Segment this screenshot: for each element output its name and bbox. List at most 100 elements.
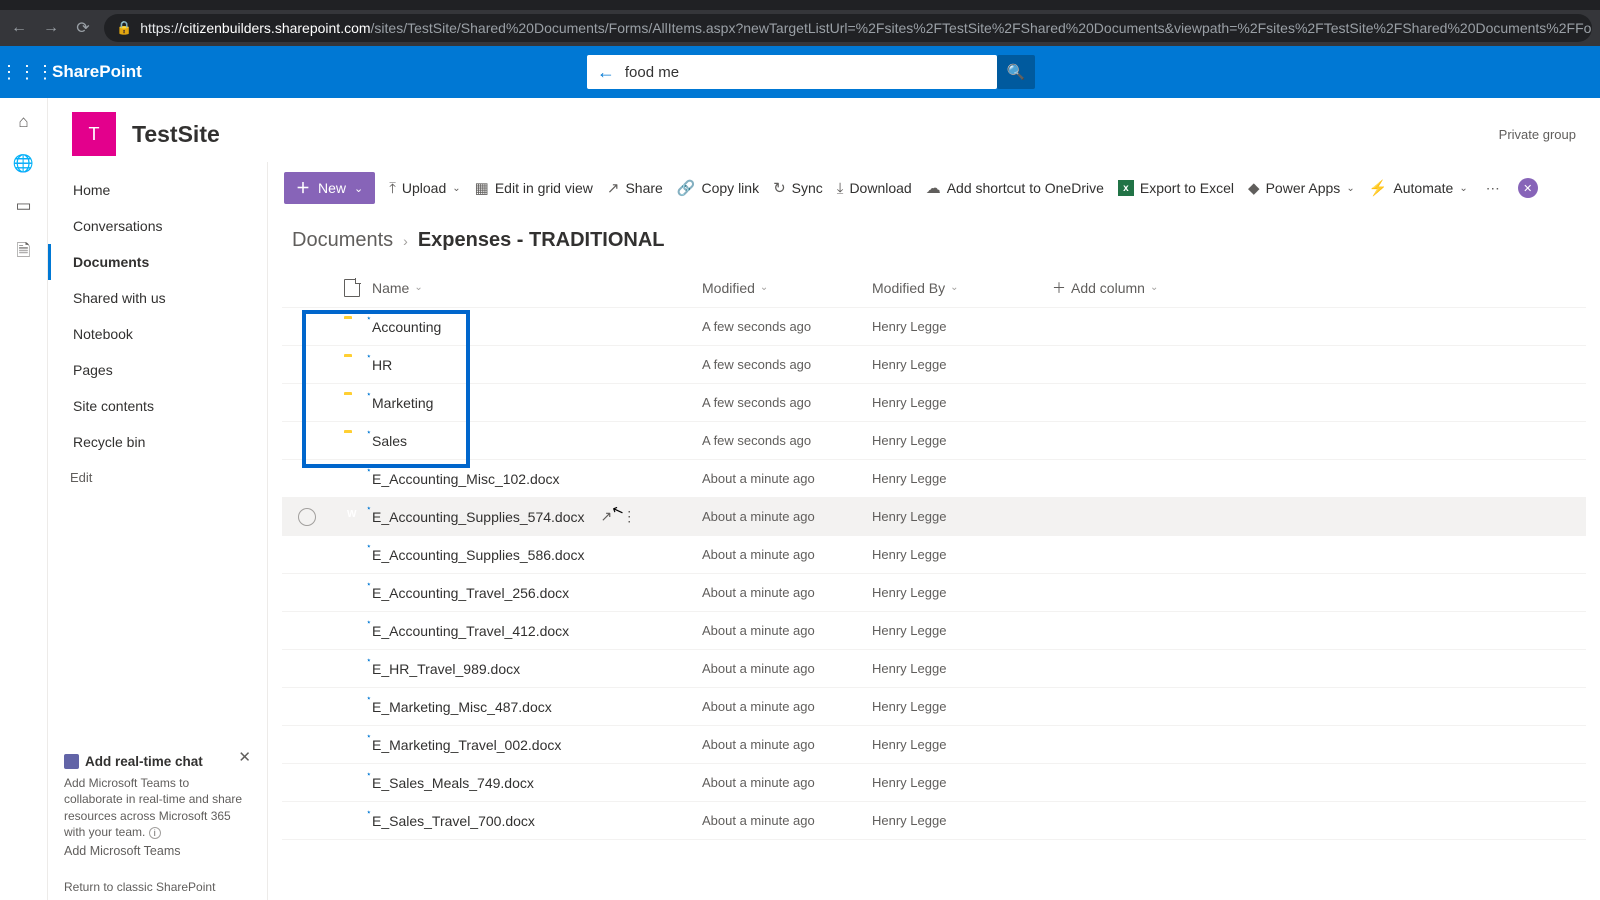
app-launcher-icon[interactable]: ⋮⋮⋮ xyxy=(0,62,52,83)
modified-by-cell[interactable]: Henry Legge xyxy=(872,395,1052,410)
table-row[interactable]: Accounting⋆A few seconds agoHenry Legge xyxy=(282,308,1586,346)
url-host: citizenbuilders.sharepoint.com xyxy=(182,20,370,36)
folder-icon xyxy=(344,357,360,373)
info-icon[interactable]: i xyxy=(149,827,161,839)
automate-button[interactable]: ⚡Automate⌄ xyxy=(1369,179,1468,197)
chevron-down-icon: ⌄ xyxy=(760,282,768,293)
site-title[interactable]: TestSite xyxy=(132,121,220,148)
column-type[interactable] xyxy=(332,279,372,297)
table-row[interactable]: E_Accounting_Misc_102.docx⋆About a minut… xyxy=(282,460,1586,498)
leftnav-item-notebook[interactable]: Notebook xyxy=(48,316,267,352)
url-field[interactable]: 🔒 https://citizenbuilders.sharepoint.com… xyxy=(104,14,1592,42)
file-name[interactable]: E_Accounting_Travel_412.docx⋆ xyxy=(372,623,569,639)
leftnav-item-conversations[interactable]: Conversations xyxy=(48,208,267,244)
leftnav-item-home[interactable]: Home xyxy=(48,172,267,208)
modified-by-cell[interactable]: Henry Legge xyxy=(872,357,1052,372)
table-row[interactable]: E_Marketing_Travel_002.docx⋆About a minu… xyxy=(282,726,1586,764)
column-add[interactable]: ＋Add column ⌄ xyxy=(1052,278,1212,298)
table-row[interactable]: E_Accounting_Supplies_574.docx⋆↗⋮↖About … xyxy=(282,498,1586,536)
leftnav-item-recycle-bin[interactable]: Recycle bin xyxy=(48,424,267,460)
modified-by-cell[interactable]: Henry Legge xyxy=(872,813,1052,828)
copy-link-button[interactable]: 🔗Copy link xyxy=(677,179,759,197)
file-name[interactable]: E_Marketing_Misc_487.docx⋆ xyxy=(372,699,552,715)
row-select-circle[interactable] xyxy=(298,508,316,526)
table-row[interactable]: E_Accounting_Travel_256.docx⋆About a min… xyxy=(282,574,1586,612)
table-row[interactable]: Marketing⋆A few seconds agoHenry Legge xyxy=(282,384,1586,422)
modified-by-cell[interactable]: Henry Legge xyxy=(872,319,1052,334)
rail-globe-icon[interactable]: 🌐 xyxy=(13,154,34,174)
modified-by-cell[interactable]: Henry Legge xyxy=(872,775,1052,790)
table-row[interactable]: HR⋆A few seconds agoHenry Legge xyxy=(282,346,1586,384)
modified-by-cell[interactable]: Henry Legge xyxy=(872,661,1052,676)
column-modified-by[interactable]: Modified By ⌄ xyxy=(872,280,1052,296)
table-row[interactable]: Sales⋆A few seconds agoHenry Legge xyxy=(282,422,1586,460)
file-name[interactable]: Marketing⋆ xyxy=(372,395,433,411)
breadcrumb-root[interactable]: Documents xyxy=(292,229,393,252)
modified-by-cell[interactable]: Henry Legge xyxy=(872,471,1052,486)
leftnav-item-pages[interactable]: Pages xyxy=(48,352,267,388)
search-button[interactable]: 🔍 xyxy=(997,55,1035,89)
file-name[interactable]: Sales⋆ xyxy=(372,433,407,449)
modified-by-cell[interactable]: Henry Legge xyxy=(872,737,1052,752)
file-name[interactable]: E_Marketing_Travel_002.docx⋆ xyxy=(372,737,561,753)
search-box[interactable]: ← xyxy=(587,55,997,89)
word-doc-icon xyxy=(344,509,360,525)
reload-button[interactable]: ⟳ xyxy=(72,18,94,38)
row-share-icon[interactable]: ↗ xyxy=(601,508,613,525)
modified-by-cell[interactable]: Henry Legge xyxy=(872,433,1052,448)
modified-by-cell[interactable]: Henry Legge xyxy=(872,585,1052,600)
modified-by-cell[interactable]: Henry Legge xyxy=(872,623,1052,638)
download-button[interactable]: ⤓Download xyxy=(837,180,912,197)
close-panel-button[interactable]: ✕ xyxy=(1518,178,1538,198)
forward-button[interactable]: → xyxy=(40,19,62,37)
leftnav-item-site-contents[interactable]: Site contents xyxy=(48,388,267,424)
edit-grid-button[interactable]: ▦Edit in grid view xyxy=(475,179,593,197)
file-name[interactable]: HR⋆ xyxy=(372,357,392,373)
sync-button[interactable]: ↻Sync xyxy=(773,179,823,197)
search-input[interactable] xyxy=(625,64,987,81)
search-back-icon[interactable]: ← xyxy=(597,62,615,83)
leftnav-edit[interactable]: Edit xyxy=(48,460,267,495)
file-name[interactable]: E_Accounting_Travel_256.docx⋆ xyxy=(372,585,569,601)
leftnav-item-shared-with-us[interactable]: Shared with us xyxy=(48,280,267,316)
site-logo[interactable]: T xyxy=(72,112,116,156)
file-name[interactable]: E_Sales_Meals_749.docx⋆ xyxy=(372,775,534,791)
table-row[interactable]: E_Sales_Meals_749.docx⋆About a minute ag… xyxy=(282,764,1586,802)
modified-by-cell[interactable]: Henry Legge xyxy=(872,509,1052,524)
add-shortcut-button[interactable]: ☁Add shortcut to OneDrive xyxy=(926,179,1104,197)
rail-home-icon[interactable]: ⌂ xyxy=(18,112,28,132)
file-name[interactable]: Accounting⋆ xyxy=(372,319,441,335)
file-name[interactable]: E_Sales_Travel_700.docx⋆ xyxy=(372,813,535,829)
back-button[interactable]: ← xyxy=(8,19,30,37)
upload-icon: ⤒ xyxy=(389,180,396,197)
file-name[interactable]: E_Accounting_Supplies_586.docx⋆ xyxy=(372,547,585,563)
upload-button[interactable]: ⤒Upload⌄ xyxy=(389,180,460,197)
power-apps-button[interactable]: ◆Power Apps⌄ xyxy=(1248,179,1355,197)
column-modified[interactable]: Modified ⌄ xyxy=(702,280,872,296)
teams-card-link[interactable]: Add Microsoft Teams xyxy=(64,844,251,858)
close-icon[interactable]: ✕ xyxy=(238,748,251,766)
file-name[interactable]: E_Accounting_Misc_102.docx⋆ xyxy=(372,471,560,487)
rail-files-icon[interactable]: 🗎 xyxy=(17,238,31,267)
classic-link[interactable]: Return to classic SharePoint xyxy=(64,880,215,894)
share-button[interactable]: ↗Share xyxy=(607,179,663,197)
product-name[interactable]: SharePoint xyxy=(52,62,142,82)
search-icon: 🔍 xyxy=(1007,63,1026,81)
leftnav-item-documents[interactable]: Documents xyxy=(48,244,267,280)
table-row[interactable]: E_Accounting_Supplies_586.docx⋆About a m… xyxy=(282,536,1586,574)
export-excel-button[interactable]: xExport to Excel xyxy=(1118,180,1234,196)
file-name[interactable]: E_HR_Travel_989.docx⋆ xyxy=(372,661,520,677)
new-button[interactable]: ＋New⌄ xyxy=(284,172,375,204)
table-row[interactable]: E_Marketing_Misc_487.docx⋆About a minute… xyxy=(282,688,1586,726)
new-indicator-icon: ⋆ xyxy=(366,503,372,514)
column-name[interactable]: Name⌄ xyxy=(372,280,702,296)
modified-by-cell[interactable]: Henry Legge xyxy=(872,547,1052,562)
table-row[interactable]: E_HR_Travel_989.docx⋆About a minute agoH… xyxy=(282,650,1586,688)
file-list[interactable]: Name⌄ Modified ⌄ Modified By ⌄ ＋Add colu… xyxy=(268,268,1600,900)
table-row[interactable]: E_Sales_Travel_700.docx⋆About a minute a… xyxy=(282,802,1586,840)
file-name[interactable]: E_Accounting_Supplies_574.docx⋆ xyxy=(372,509,585,525)
more-commands-button[interactable]: ⋯ xyxy=(1482,180,1504,197)
modified-by-cell[interactable]: Henry Legge xyxy=(872,699,1052,714)
table-row[interactable]: E_Accounting_Travel_412.docx⋆About a min… xyxy=(282,612,1586,650)
rail-news-icon[interactable]: ▭ xyxy=(15,196,31,216)
